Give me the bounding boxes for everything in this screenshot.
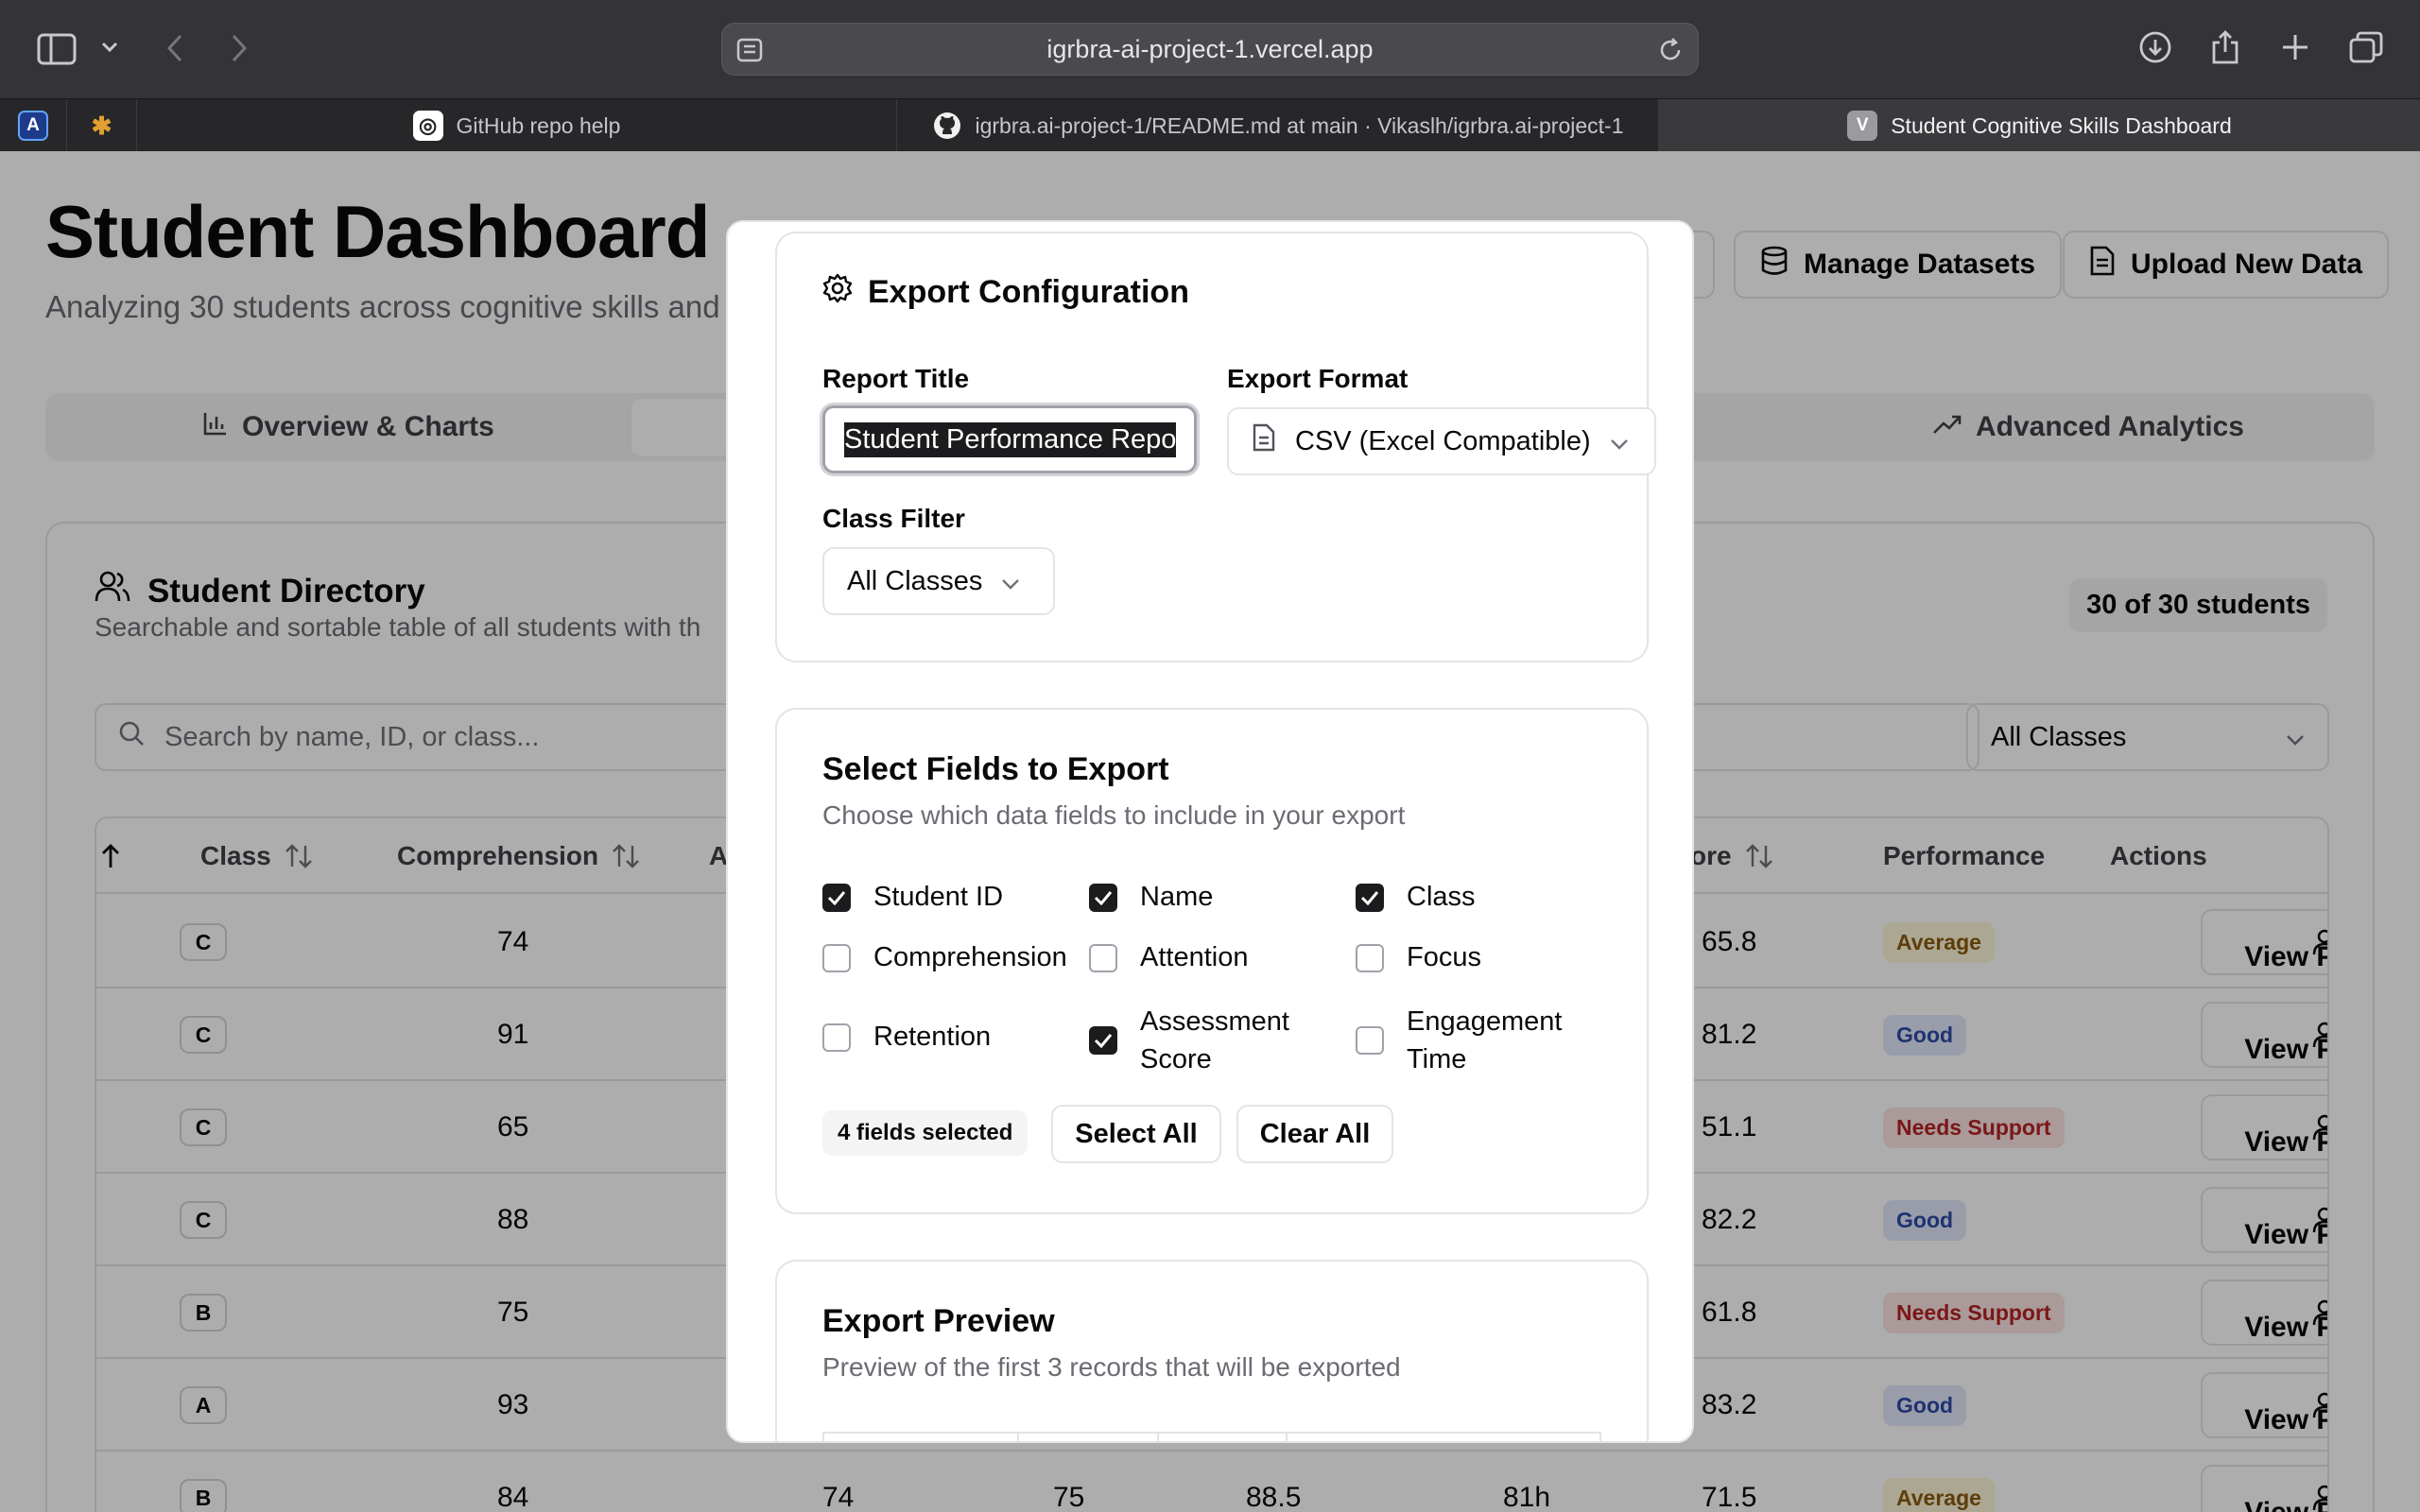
checkbox-box [1089, 943, 1117, 972]
check-icon [822, 883, 851, 912]
tab-github-readme[interactable]: igrbra.ai-project-1/README.md at main · … [896, 99, 1658, 152]
class-filter-label: Class Filter [822, 504, 965, 533]
checkbox-box [1356, 1026, 1384, 1055]
browser-toolbar: igrbra-ai-project-1.vercel.app [0, 0, 2420, 98]
checkbox-attention[interactable]: Attention [1089, 942, 1248, 973]
reload-icon[interactable] [1656, 36, 1685, 64]
browser-tab-strip: A ✱ ◎ GitHub repo help igrbra.ai-project… [0, 98, 2420, 152]
forward-arrow-icon[interactable] [225, 32, 253, 64]
check-icon [1089, 1026, 1117, 1055]
clear-all-button[interactable]: Clear All [1236, 1105, 1393, 1163]
export-format-value: CSV (Excel Compatible) [1295, 425, 1591, 456]
sidebar-toggle-icon[interactable] [36, 30, 78, 68]
back-arrow-icon[interactable] [161, 32, 189, 64]
report-title-label: Report Title [822, 364, 970, 393]
checkbox-class[interactable]: Class [1356, 882, 1476, 913]
export-format-select[interactable]: CSV (Excel Compatible) [1227, 407, 1656, 475]
checkbox-label: Student ID [873, 882, 1004, 912]
v-favicon: V [1847, 111, 1878, 141]
chevron-down-icon[interactable] [98, 36, 121, 59]
checkbox-box [822, 1022, 851, 1052]
checkbox-student-id[interactable]: Student ID [822, 882, 1003, 913]
label-line: Engagement [1407, 1006, 1563, 1037]
checkbox-label: Engagement Time [1407, 1003, 1562, 1078]
export-preview-description: Preview of the first 3 records that will… [822, 1352, 1401, 1382]
gear-icon [822, 273, 853, 312]
report-title-value: Student Performance Repo [844, 421, 1177, 457]
column-divider [1157, 1434, 1159, 1441]
label-line: Time [1407, 1044, 1467, 1074]
checkbox-label: Assessment Score [1140, 1003, 1289, 1078]
dashboard-page: Student Dashboard Analyzing 30 students … [0, 151, 2420, 1512]
checkbox-label: Attention [1140, 942, 1249, 972]
chevron-down-icon [1610, 426, 1629, 457]
select-fields-description: Choose which data fields to include in y… [822, 800, 1406, 830]
column-divider [1286, 1434, 1288, 1441]
checkbox-retention[interactable]: Retention [822, 1022, 991, 1053]
github-icon [932, 111, 962, 141]
select-all-button[interactable]: Select All [1051, 1105, 1221, 1163]
url-text[interactable]: igrbra-ai-project-1.vercel.app [722, 24, 1698, 75]
tab-label: Student Cognitive Skills Dashboard [1891, 112, 2232, 138]
address-bar[interactable]: igrbra-ai-project-1.vercel.app [721, 23, 1699, 76]
export-preview-title: Export Preview [822, 1303, 1055, 1339]
report-title-input[interactable]: Student Performance Repo [822, 405, 1197, 473]
checkbox-label: Name [1140, 882, 1214, 912]
preview-table [822, 1432, 1601, 1441]
tab-label: igrbra.ai-project-1/README.md at main · … [975, 112, 1624, 138]
checkbox-label: Comprehension [873, 942, 1067, 972]
file-text-icon [1252, 423, 1276, 459]
check-icon [1089, 883, 1117, 912]
chevron-down-icon [1001, 566, 1020, 597]
tab-student-dashboard[interactable]: V Student Cognitive Skills Dashboard [1658, 99, 2420, 152]
export-configuration-section: Export Configuration Report Title Studen… [775, 232, 1656, 662]
checkbox-label: Retention [873, 1022, 992, 1052]
checkbox-comprehension[interactable]: Comprehension [822, 942, 1067, 973]
column-divider [1017, 1434, 1019, 1441]
export-dialog: Export Configuration Report Title Studen… [726, 220, 1694, 1443]
fields-selected-badge: 4 fields selected [822, 1110, 1028, 1156]
class-filter-dropdown-value: All Classes [847, 565, 983, 596]
checkbox-engagement-time[interactable]: Engagement Time [1356, 1003, 1562, 1078]
label-line: Assessment [1140, 1006, 1289, 1037]
tab-pinned-claude[interactable]: ✱ [66, 99, 136, 152]
share-icon[interactable] [2206, 26, 2244, 68]
app-a-icon: A [18, 111, 48, 141]
checkbox-name[interactable]: Name [1089, 882, 1213, 913]
download-icon[interactable] [2136, 28, 2174, 66]
checkbox-focus[interactable]: Focus [1356, 942, 1481, 973]
new-tab-plus-icon[interactable] [2276, 28, 2314, 66]
tab-label: GitHub repo help [456, 112, 621, 138]
export-preview-section: Export Preview Preview of the first 3 re… [775, 1260, 1649, 1441]
tab-pinned-app[interactable]: A [0, 99, 66, 152]
select-fields-section: Select Fields to Export Choose which dat… [775, 708, 1649, 1214]
check-icon [1356, 883, 1384, 912]
select-fields-title: Select Fields to Export [822, 751, 1169, 787]
export-configuration-heading: Export Configuration [822, 273, 1189, 312]
chatgpt-icon: ◎ [412, 111, 443, 141]
checkbox-assessment-score[interactable]: Assessment Score [1089, 1003, 1289, 1078]
tab-github-repo-help[interactable]: ◎ GitHub repo help [136, 99, 896, 152]
export-format-label: Export Format [1227, 364, 1409, 393]
checkbox-label: Focus [1407, 942, 1481, 972]
checkbox-box [1356, 943, 1384, 972]
export-configuration-title: Export Configuration [868, 274, 1189, 310]
label-line: Score [1140, 1044, 1212, 1074]
tab-overview-icon[interactable] [2346, 28, 2386, 66]
checkbox-box [822, 943, 851, 972]
checkbox-label: Class [1407, 882, 1476, 912]
claude-icon: ✱ [91, 111, 112, 140]
class-filter-dropdown[interactable]: All Classes [822, 547, 1055, 615]
